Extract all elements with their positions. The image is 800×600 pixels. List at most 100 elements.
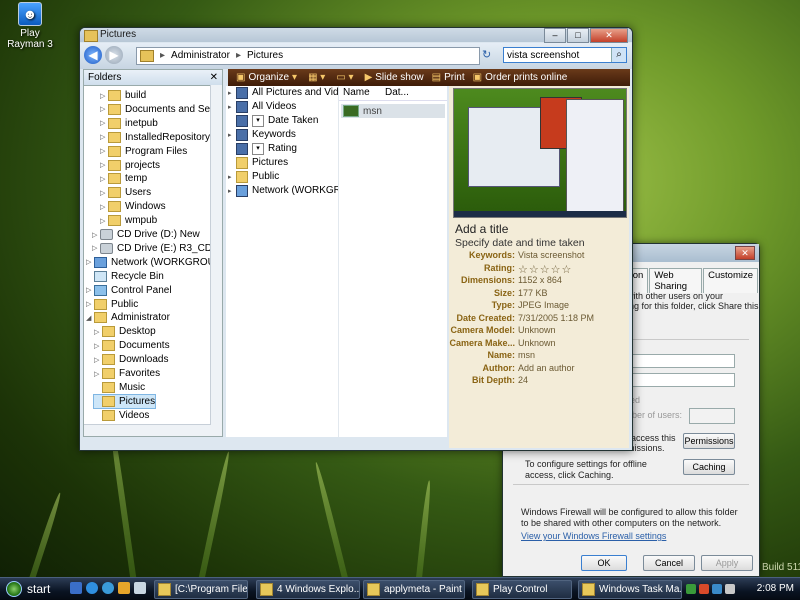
nav-all-pictures-videos[interactable]: ▸ All Pictures and Videos	[228, 86, 355, 99]
back-arrow-icon[interactable]: ◀	[84, 46, 102, 64]
expand-arrow-icon[interactable]: ▷	[100, 105, 108, 113]
expand-arrow-icon[interactable]: ▷	[100, 175, 108, 183]
tab-web-sharing[interactable]: Web Sharing	[649, 268, 703, 293]
expand-arrow-icon[interactable]: ▷	[100, 147, 108, 155]
ok-button[interactable]: OK	[581, 555, 627, 571]
tree-item[interactable]: Music	[94, 381, 145, 394]
expand-arrow-icon[interactable]: ▷	[100, 161, 108, 169]
firewall-settings-link[interactable]: View your Windows Firewall settings	[521, 531, 666, 541]
organize-button[interactable]: ▣ Organize ▾	[236, 72, 300, 83]
taskbar-button[interactable]: 4 Windows Explo...▾	[256, 580, 360, 599]
permissions-button[interactable]: Permissions	[683, 433, 735, 449]
nav-rating[interactable]: ▾ Rating	[228, 142, 297, 155]
tree-item[interactable]: ▷ CD Drive (E:) R3_CD1	[92, 242, 218, 255]
add-title-field[interactable]: Add a title	[455, 222, 508, 236]
expand-arrow-icon[interactable]: ▷	[92, 231, 100, 239]
property-value[interactable]: Add an author	[518, 363, 575, 373]
tray-app-icon[interactable]	[712, 583, 722, 594]
expand-arrow-icon[interactable]: ▷	[86, 258, 94, 266]
tree-item[interactable]: ▷ Users	[100, 186, 151, 199]
tree-item[interactable]: ▷ Network (WORKGROUP)	[86, 256, 222, 269]
expand-arrow-icon[interactable]: ▷	[100, 203, 108, 211]
maximize-button[interactable]: □	[567, 28, 589, 43]
folders-horizontal-scrollbar[interactable]	[84, 424, 211, 436]
tree-item[interactable]: ▷ inetpub	[100, 117, 158, 130]
property-value[interactable]: 1152 x 864	[518, 275, 562, 285]
tree-item[interactable]: ▷ Program Files	[100, 145, 187, 158]
expand-arrow-icon[interactable]: ▷	[100, 119, 108, 127]
print-button[interactable]: ▤ Print	[432, 72, 465, 83]
share-name-field[interactable]	[627, 354, 735, 368]
column-name[interactable]: Name	[339, 86, 381, 100]
folders-header[interactable]: Folders ✕	[84, 70, 222, 86]
expand-arrow-icon[interactable]: ▷	[94, 342, 102, 350]
tree-item[interactable]: ▷ Windows	[100, 200, 166, 213]
tree-item[interactable]: ▷ Desktop	[94, 325, 156, 338]
tree-item[interactable]: ▷ Favorites	[94, 367, 160, 380]
tree-item[interactable]: Pictures	[92, 393, 157, 409]
comment-field[interactable]	[627, 373, 735, 387]
dialog-close-button[interactable]: ✕	[735, 246, 755, 260]
slideshow-button[interactable]: ▶ Slide show	[365, 72, 424, 83]
layout-button[interactable]: ▭ ▾	[336, 72, 356, 83]
expand-arrow-icon[interactable]: ▷	[100, 217, 108, 225]
folders-scrollbar[interactable]	[210, 85, 222, 436]
search-input[interactable]: vista screenshot ⌕	[503, 47, 627, 63]
apply-button[interactable]: Apply	[701, 555, 753, 571]
close-pane-icon[interactable]: ✕	[210, 70, 218, 85]
tree-item[interactable]: ▷ temp	[100, 172, 147, 185]
caching-button[interactable]: Caching	[683, 459, 735, 475]
nav-pictures[interactable]: Pictures	[228, 156, 288, 169]
taskbar-button[interactable]: applymeta - Paint	[363, 580, 465, 599]
expand-arrow-icon[interactable]: ▷	[94, 328, 102, 336]
breadcrumb-pictures[interactable]: Pictures	[247, 48, 283, 64]
column-date[interactable]: Dat...	[381, 86, 409, 100]
rating-stars[interactable]: ☆☆☆☆☆	[518, 263, 572, 276]
date-taken-field[interactable]: Specify date and time taken	[455, 237, 585, 249]
tree-item[interactable]: ▷ Documents	[94, 339, 170, 352]
expand-arrow-icon[interactable]: ▷	[86, 286, 94, 294]
cancel-button[interactable]: Cancel	[643, 555, 695, 571]
property-value[interactable]: 24	[518, 375, 528, 385]
taskbar-button[interactable]: Play Control	[472, 580, 572, 599]
expand-arrow-icon[interactable]: ▷	[94, 370, 102, 378]
nav-public[interactable]: ▸ Public	[228, 170, 279, 183]
expand-arrow-icon[interactable]: ▷	[100, 92, 108, 100]
expand-arrow-icon[interactable]: ▷	[86, 300, 94, 308]
internet-explorer-icon[interactable]	[86, 582, 98, 594]
volume-icon[interactable]	[725, 583, 735, 594]
nav-keywords[interactable]: ▸ Keywords	[228, 128, 296, 141]
tab-customize[interactable]: Customize	[703, 268, 758, 293]
property-value[interactable]: 177 KB	[518, 288, 548, 298]
dropdown-icon[interactable]: ▾	[252, 142, 264, 155]
tree-item[interactable]: ▷ Control Panel	[86, 284, 172, 297]
file-item[interactable]: msn	[341, 104, 445, 118]
quick-launch-chevron-icon[interactable]	[134, 582, 146, 594]
start-button[interactable]: start	[2, 579, 56, 598]
property-value[interactable]: 7/31/2005 1:18 PM	[518, 313, 594, 323]
tree-item[interactable]: ◢ Administrator	[86, 311, 170, 324]
tree-item[interactable]: ▷ projects	[100, 159, 160, 172]
play-rayman-shortcut[interactable]: ☻ Play Rayman 3	[2, 2, 58, 50]
address-bar[interactable]: ▸ Administrator ▸ Pictures	[136, 47, 480, 65]
tree-item[interactable]: ▷ Downloads	[94, 353, 168, 366]
tree-item[interactable]: ▷ Documents and Setting	[100, 103, 222, 116]
property-value[interactable]: msn	[518, 350, 535, 360]
taskbar-button[interactable]: Windows Task Ma...	[578, 580, 682, 599]
media-player-icon[interactable]	[102, 582, 114, 594]
tree-item[interactable]: Recycle Bin	[86, 270, 164, 283]
dropdown-icon[interactable]: ▾	[252, 114, 264, 127]
forward-arrow-icon[interactable]: ▶	[105, 46, 123, 64]
tree-item[interactable]: ▷ CD Drive (D:) New	[92, 228, 200, 241]
property-value[interactable]: Unknown	[518, 338, 556, 348]
nav-all-videos[interactable]: ▸ All Videos	[228, 100, 296, 113]
tree-item[interactable]: ▷ InstalledRepository	[100, 131, 210, 144]
tree-item[interactable]: ▷ Public	[86, 298, 138, 311]
search-icon[interactable]: ⌕	[611, 48, 626, 62]
expand-arrow-icon[interactable]: ▷	[94, 356, 102, 364]
property-value[interactable]: Unknown	[518, 325, 556, 335]
user-limit-spinner[interactable]	[689, 408, 735, 424]
refresh-icon[interactable]: ↻	[482, 48, 496, 62]
show-desktop-icon[interactable]	[70, 582, 82, 594]
expand-arrow-icon[interactable]: ▷	[100, 133, 108, 141]
